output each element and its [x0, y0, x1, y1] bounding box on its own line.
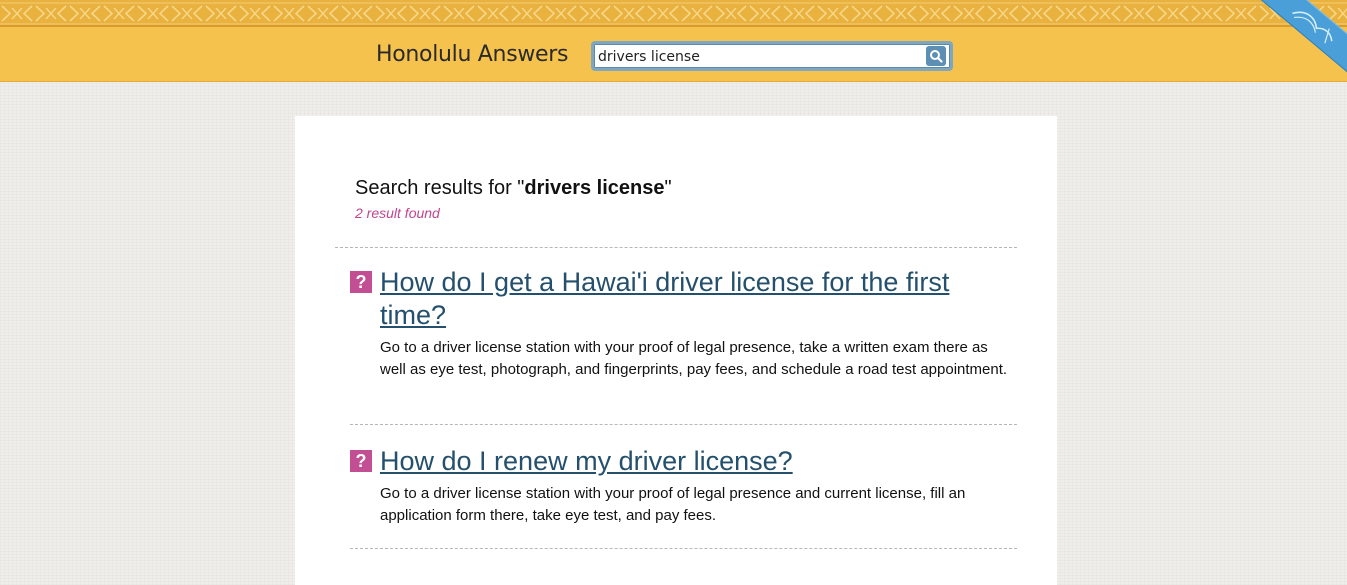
result-title-link[interactable]: How do I get a Hawai'i driver license fo… — [380, 266, 1000, 332]
site-header: Honolulu Answers — [0, 0, 1347, 82]
result-snippet: Go to a driver license station with your… — [380, 339, 1008, 378]
results-heading-suffix: " — [664, 177, 672, 199]
results-divider — [335, 247, 1017, 248]
result-snippet: Go to a driver license station with your… — [380, 485, 966, 524]
results-heading: Search results for "drivers license" — [355, 177, 672, 199]
magnifier-icon — [930, 50, 943, 63]
search-box — [591, 41, 953, 71]
search-button[interactable] — [926, 46, 946, 66]
result-divider — [350, 548, 1017, 549]
site-title[interactable]: Honolulu Answers — [376, 41, 569, 69]
results-count: 2 result found — [355, 205, 440, 221]
search-input[interactable] — [598, 46, 918, 68]
tribal-pattern — [0, 0, 1347, 25]
question-icon: ? — [350, 271, 372, 293]
results-card: Search results for "drivers license" 2 r… — [295, 116, 1057, 585]
result-title-link[interactable]: How do I renew my driver license? — [380, 445, 1000, 478]
result-divider — [350, 424, 1017, 425]
results-heading-prefix: Search results for " — [355, 177, 525, 199]
results-query: drivers license — [524, 177, 665, 199]
question-icon: ? — [350, 450, 372, 472]
header-pattern-band — [0, 0, 1347, 27]
